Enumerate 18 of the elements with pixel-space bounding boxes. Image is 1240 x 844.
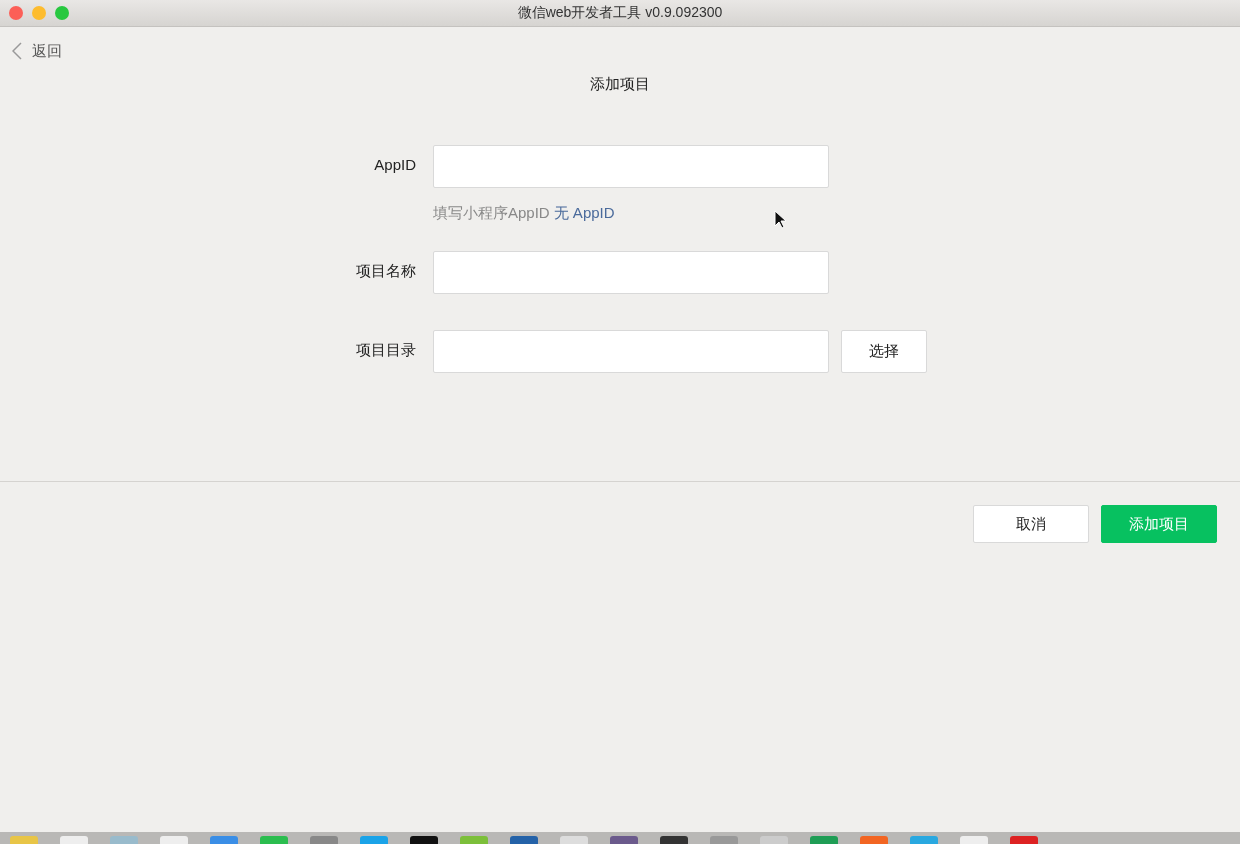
- choose-button[interactable]: 选择: [841, 330, 927, 373]
- back-link[interactable]: 返回: [12, 41, 62, 61]
- close-icon[interactable]: [9, 6, 23, 20]
- window-title: 微信web开发者工具 v0.9.092300: [517, 4, 723, 22]
- cancel-button[interactable]: 取消: [973, 505, 1089, 543]
- minimize-icon[interactable]: [32, 6, 46, 20]
- input-field[interactable]: [433, 145, 829, 188]
- page-title: 添加项目: [589, 75, 651, 94]
- input-field[interactable]: [433, 330, 829, 373]
- field-label: 项目名称: [355, 261, 416, 281]
- field-label: AppID: [373, 155, 416, 175]
- no-appid-link[interactable]: 无 AppID: [553, 204, 615, 221]
- zoom-icon[interactable]: [55, 6, 69, 20]
- field-label: 项目目录: [355, 340, 416, 360]
- chevron-left-icon: [12, 42, 22, 60]
- cursor-icon: [774, 210, 786, 229]
- input-field[interactable]: [433, 251, 829, 294]
- hint-text: 填写小程序AppID: [433, 204, 550, 221]
